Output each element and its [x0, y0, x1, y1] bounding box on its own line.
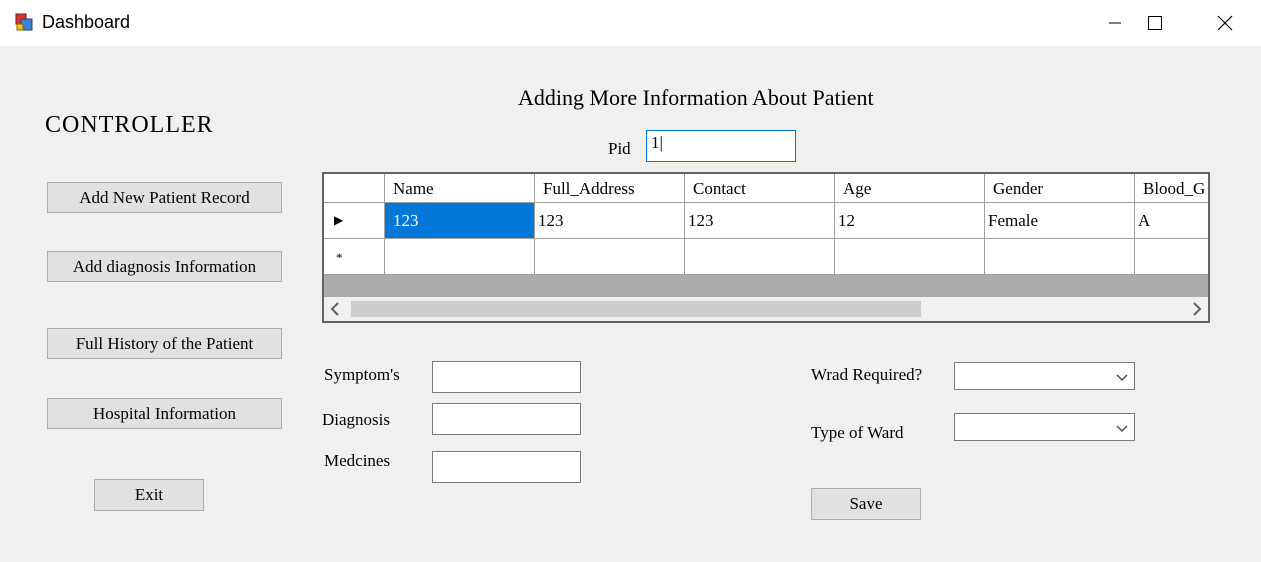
ward-required-select[interactable] [954, 362, 1135, 390]
grid-cell[interactable] [385, 239, 535, 275]
chevron-down-icon [1116, 370, 1128, 388]
chevron-down-icon [1116, 421, 1128, 439]
grid-cell[interactable]: 12 [835, 203, 985, 239]
column-header-full-address[interactable]: Full_Address [535, 174, 685, 203]
ward-required-label: Wrad Required? [811, 365, 923, 384]
pid-label: Pid [608, 139, 631, 158]
pid-input[interactable]: 1| [646, 130, 796, 162]
type-of-ward-select[interactable] [954, 413, 1135, 441]
full-history-button[interactable]: Full History of the Patient [47, 328, 282, 359]
grid-cell[interactable] [1135, 239, 1208, 275]
current-row-marker[interactable]: ▶ [324, 203, 385, 239]
grid-cell[interactable] [985, 239, 1135, 275]
close-icon [1217, 15, 1233, 31]
new-row-marker[interactable]: * [324, 239, 385, 275]
maximize-button[interactable] [1120, 0, 1190, 46]
grid-cell[interactable] [535, 239, 685, 275]
grid-cell[interactable]: 123 [385, 203, 535, 239]
window-title: Dashboard [42, 12, 131, 32]
symptoms-label: Symptom's [324, 365, 400, 384]
grid-cell[interactable] [835, 239, 985, 275]
grid-corner-header [324, 174, 385, 203]
title-bar: Dashboard [0, 0, 1261, 46]
column-header-gender[interactable]: Gender [985, 174, 1135, 203]
app-icon [15, 13, 33, 31]
scrollbar-thumb[interactable] [351, 301, 921, 317]
column-header-age[interactable]: Age [835, 174, 985, 203]
patient-grid[interactable]: Name Full_Address Contact Age Gender Blo… [322, 172, 1210, 323]
maximize-icon [1148, 16, 1162, 30]
scroll-right-icon[interactable] [1192, 302, 1202, 321]
column-header-blood-group[interactable]: Blood_G [1135, 174, 1208, 203]
medicines-input[interactable] [432, 451, 581, 483]
diagnosis-label: Diagnosis [322, 410, 390, 429]
page-title: Adding More Information About Patient [518, 85, 874, 110]
exit-button[interactable]: Exit [94, 479, 204, 511]
horizontal-scrollbar[interactable] [324, 297, 1208, 321]
column-header-contact[interactable]: Contact [685, 174, 835, 203]
grid-cell[interactable]: Female [985, 203, 1135, 239]
diagnosis-input[interactable] [432, 403, 581, 435]
save-button[interactable]: Save [811, 488, 921, 520]
grid-cell[interactable]: A [1135, 203, 1208, 239]
grid-cell[interactable]: 123 [535, 203, 685, 239]
grid-cell[interactable] [685, 239, 835, 275]
hospital-information-button[interactable]: Hospital Information [47, 398, 282, 429]
close-button[interactable] [1190, 0, 1260, 46]
type-of-ward-label: Type of Ward [811, 423, 904, 442]
grid-cell[interactable]: 123 [685, 203, 835, 239]
column-header-name[interactable]: Name [385, 174, 535, 203]
add-new-patient-record-button[interactable]: Add New Patient Record [47, 182, 282, 213]
controller-heading: CONTROLLER [45, 112, 214, 138]
symptoms-input[interactable] [432, 361, 581, 393]
scroll-left-icon[interactable] [330, 302, 340, 321]
add-diagnosis-information-button[interactable]: Add diagnosis Information [47, 251, 282, 282]
medicines-label: Medcines [324, 451, 391, 470]
